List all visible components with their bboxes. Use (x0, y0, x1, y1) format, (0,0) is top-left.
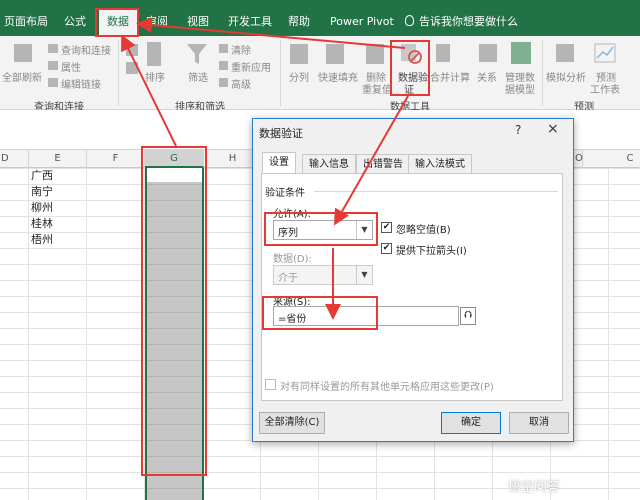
annotation-arrows (121, 17, 409, 320)
watermark: 悟空问答 (508, 480, 561, 495)
